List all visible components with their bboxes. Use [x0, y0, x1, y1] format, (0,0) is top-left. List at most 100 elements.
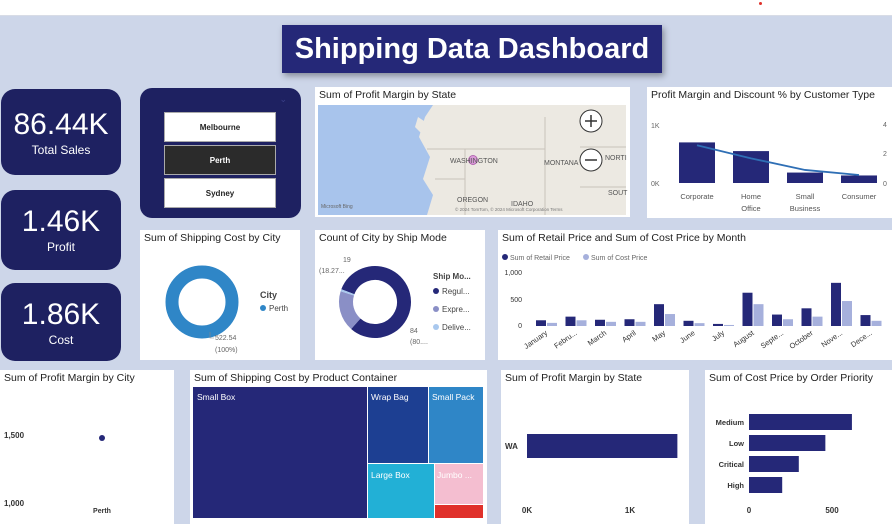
- chevron-down-icon[interactable]: ⌄: [279, 94, 287, 105]
- legend-marker: [583, 254, 589, 260]
- x-tick: Septe...: [759, 328, 785, 350]
- bar-low[interactable]: [749, 435, 826, 451]
- kpi-cost: 1.86K Cost: [1, 283, 121, 361]
- x-tick: May: [650, 328, 667, 344]
- tile-label: Small Pack: [432, 392, 475, 402]
- discount-line[interactable]: [696, 144, 860, 176]
- donut-slice-1[interactable]: [339, 291, 361, 329]
- x-tick: March: [586, 328, 608, 347]
- treemap-tile-small-box[interactable]: [193, 387, 367, 518]
- bar-cost-5[interactable]: [694, 323, 705, 326]
- treemap-tile-other[interactable]: [435, 505, 483, 518]
- bar-high[interactable]: [749, 477, 783, 493]
- legend-item: Expre...: [442, 305, 470, 314]
- customer-type-chart: Profit Margin and Discount % by Customer…: [647, 87, 892, 218]
- map-attribution: © 2024 TomTom, © 2024 Microsoft Corporat…: [455, 206, 563, 212]
- bar-wa[interactable]: [527, 434, 678, 458]
- kpi-label: Total Sales: [31, 143, 91, 157]
- bar-cost-11[interactable]: [871, 320, 882, 326]
- bar-retail-8[interactable]: [772, 314, 782, 326]
- bar-retail-3[interactable]: [624, 319, 635, 326]
- x-tick: 500: [825, 506, 839, 515]
- bar-cost-3[interactable]: [635, 321, 646, 326]
- bar-cost-6[interactable]: [724, 324, 734, 326]
- tile-label: Jumbo ...: [437, 470, 472, 480]
- y-tick: 0K: [651, 181, 660, 188]
- legend-marker: [502, 254, 508, 260]
- x-tick: Office: [741, 204, 760, 213]
- bar-cost-8[interactable]: [783, 319, 793, 326]
- kpi-label: Cost: [48, 333, 74, 347]
- bar-retail-7[interactable]: [742, 292, 753, 326]
- x-tick: Business: [790, 204, 821, 213]
- map-visual: Sum of Profit Margin by State WASHINGTON…: [315, 87, 630, 217]
- map-label: SOUT: [608, 190, 628, 197]
- bar-retail-6[interactable]: [713, 323, 723, 326]
- data-label: (100%): [215, 347, 238, 354]
- recording-dot: [759, 2, 762, 5]
- bar-retail-1[interactable]: [565, 316, 576, 326]
- slicer-item-sydney[interactable]: Sydney: [164, 178, 276, 208]
- x-tick: January: [522, 328, 549, 351]
- map-label: OREGON: [457, 197, 488, 204]
- kpi-label: Profit: [46, 240, 75, 254]
- legend-marker: [433, 288, 439, 294]
- bar-retail-11[interactable]: [860, 315, 871, 326]
- x-tick: Small: [796, 192, 815, 201]
- bar-medium[interactable]: [749, 414, 852, 430]
- legend-marker: [433, 306, 439, 312]
- kpi-value: 86.44K: [13, 108, 109, 141]
- bar-cost-0[interactable]: [547, 322, 557, 326]
- slicer-item-melbourne[interactable]: Melbourne: [164, 112, 276, 142]
- x-tick: 1K: [625, 506, 635, 515]
- y-tick: 1,000: [4, 499, 25, 508]
- zoom-out-icon[interactable]: [579, 148, 603, 172]
- y2-tick: 4: [883, 122, 887, 129]
- x-tick: Febru...: [552, 328, 578, 350]
- city-slicer: ⌄ Melbourne Perth Sydney: [140, 88, 301, 218]
- bar-consumer[interactable]: [841, 175, 877, 183]
- scatter-point-perth[interactable]: [99, 435, 105, 441]
- data-label: 522.54: [215, 335, 237, 342]
- bar-cost-9[interactable]: [812, 316, 823, 326]
- legend-title: City: [260, 290, 277, 300]
- y-tick: 0: [518, 323, 522, 330]
- x-tick: Nove...: [820, 328, 845, 349]
- legend-title: Ship Mo...: [433, 272, 471, 281]
- bar-retail-2[interactable]: [595, 319, 605, 326]
- slicer-item-perth[interactable]: Perth: [164, 145, 276, 175]
- profit-city-scatter: Sum of Profit Margin by City 1,500 1,000…: [0, 370, 174, 524]
- bar-critical[interactable]: [749, 456, 799, 472]
- bar-cost-1[interactable]: [576, 320, 587, 326]
- bar-retail-10[interactable]: [831, 282, 841, 326]
- zoom-in-icon[interactable]: [579, 109, 603, 133]
- bar-retail-5[interactable]: [683, 320, 694, 326]
- x-tick: July: [710, 328, 726, 343]
- bar-small-business[interactable]: [787, 172, 823, 183]
- data-label: 19: [343, 257, 351, 264]
- donut-slice-perth[interactable]: [165, 265, 239, 339]
- bar-cost-10[interactable]: [842, 301, 852, 326]
- donut-slice-2[interactable]: [340, 289, 355, 296]
- x-tick: 0: [747, 506, 752, 515]
- ship-mode-donut: Count of City by Ship Mode Ship Mo... Re…: [315, 230, 485, 360]
- bar-cost-4[interactable]: [665, 314, 675, 326]
- bar-cost-7[interactable]: [753, 304, 764, 326]
- kpi-profit: 1.46K Profit: [1, 190, 121, 270]
- priority-bar: Sum of Cost Price by Order Priority 0 50…: [705, 370, 892, 524]
- x-tick: Home: [741, 192, 761, 201]
- y-tick: 1,000: [504, 270, 522, 277]
- bar-retail-0[interactable]: [536, 320, 546, 326]
- bar-cost-2[interactable]: [606, 321, 616, 326]
- customer-chart-svg: 1K 0K 4 2 0 Corporate Home Office Small Business C…: [651, 122, 887, 213]
- y2-tick: 2: [883, 151, 887, 158]
- legend-item: Delive...: [442, 323, 471, 332]
- bar-retail-4[interactable]: [654, 304, 664, 326]
- tile-label: Wrap Bag: [371, 392, 409, 402]
- bar-retail-9[interactable]: [801, 308, 812, 326]
- y-tick: 500: [510, 297, 522, 304]
- x-tick: April: [620, 328, 638, 344]
- profit-state-bar: Sum of Profit Margin by State WA 0K 1K: [501, 370, 689, 524]
- legend-marker: [433, 324, 439, 330]
- tile-label: Large Box: [371, 470, 410, 480]
